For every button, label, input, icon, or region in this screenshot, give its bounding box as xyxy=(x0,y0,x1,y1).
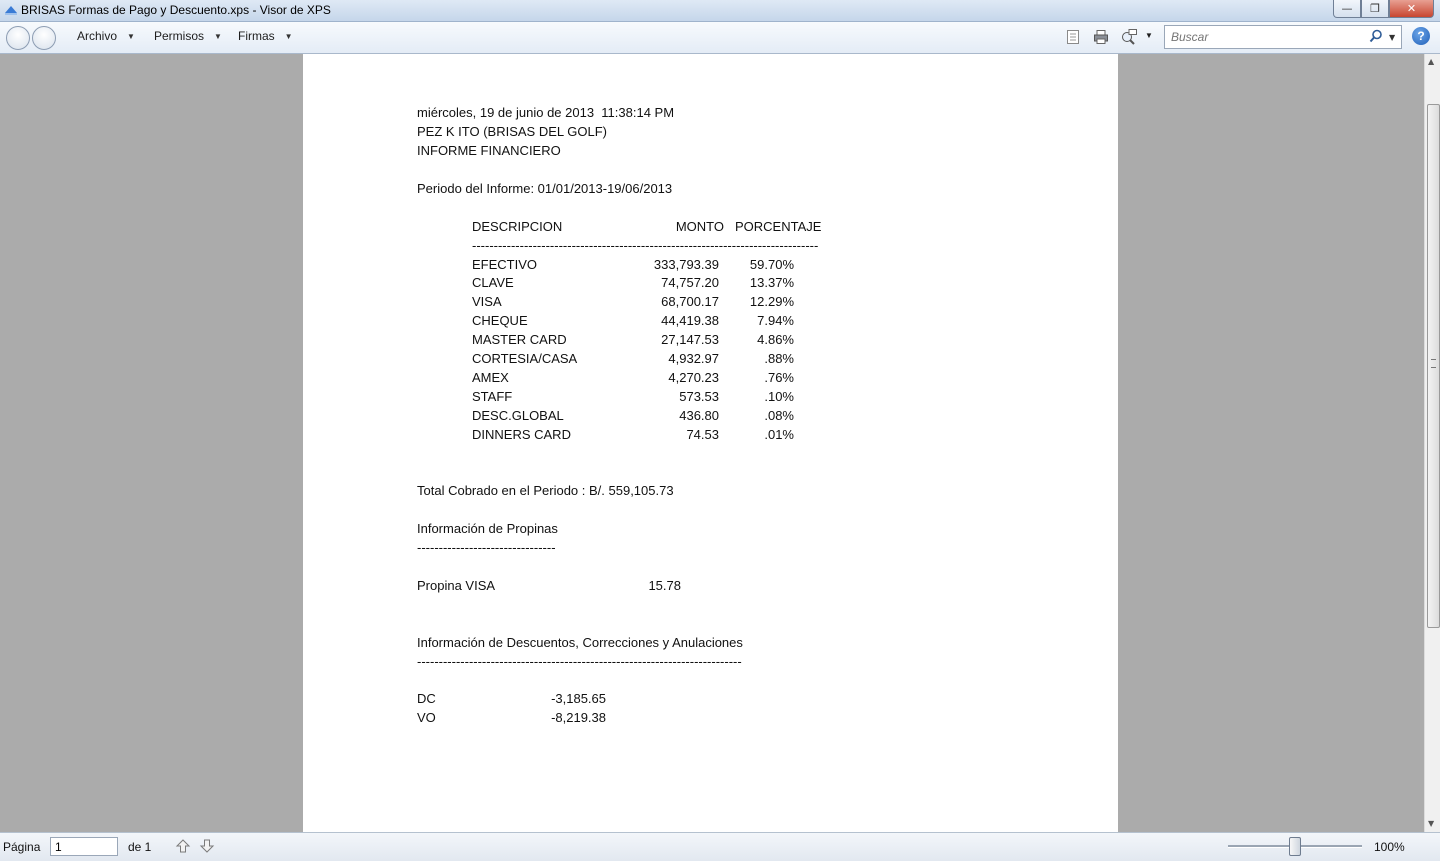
scrollbar-thumb[interactable] xyxy=(1427,104,1440,628)
status-bar: Página de 1 100% xyxy=(0,832,1440,861)
row-percent: .01% xyxy=(764,427,794,442)
report-date: miércoles, 19 de junio de 2013 11:38:14 … xyxy=(417,105,675,120)
row-amount: 4,932.97 xyxy=(668,351,719,366)
tips-separator: -------------------------------- xyxy=(417,540,556,555)
discount-value: -8,219.38 xyxy=(551,710,606,725)
row-amount: 27,147.53 xyxy=(661,332,719,347)
row-description: CLAVE xyxy=(472,275,514,290)
discount-code: DC xyxy=(417,691,436,706)
document-viewport[interactable]: miércoles, 19 de junio de 2013 11:38:14 … xyxy=(0,54,1424,832)
row-description: EFECTIVO xyxy=(472,257,538,272)
discounts-heading: Información de Descuentos, Correcciones … xyxy=(417,635,743,650)
report-company: PEZ K ITO (BRISAS DEL GOLF) xyxy=(417,124,607,139)
row-description: STAFF xyxy=(472,389,513,404)
help-icon: ? xyxy=(1417,29,1425,43)
report-period: Periodo del Informe: 01/01/2013-19/06/20… xyxy=(417,181,673,196)
row-percent: 59.70% xyxy=(749,257,794,272)
chevron-down-icon: ▼ xyxy=(127,32,135,42)
search-input[interactable] xyxy=(1169,28,1363,46)
discount-value: -3,185.65 xyxy=(551,691,606,706)
menu-permisos[interactable]: Permisos ▼ xyxy=(154,29,222,43)
row-description: CHEQUE xyxy=(472,313,528,328)
column-header-amount: MONTO xyxy=(675,219,724,234)
row-percent: 12.29% xyxy=(749,294,794,309)
document-page: miércoles, 19 de junio de 2013 11:38:14 … xyxy=(303,54,1118,832)
row-amount: 74.53 xyxy=(686,427,719,442)
page-number-input[interactable] xyxy=(50,837,118,856)
row-amount: 4,270.23 xyxy=(668,370,719,385)
page-label: Página xyxy=(3,840,41,854)
menu-firmas[interactable]: Firmas ▼ xyxy=(238,29,293,43)
menu-archivo[interactable]: Archivo ▼ xyxy=(77,29,135,43)
window-title: BRISAS Formas de Pago y Descuento.xps - … xyxy=(21,3,331,17)
grip-icon xyxy=(1431,359,1436,368)
discount-code: VO xyxy=(417,710,436,725)
tips-heading: Información de Propinas xyxy=(417,521,558,536)
minimize-icon: — xyxy=(1341,2,1353,15)
column-header-description: DESCRIPCION xyxy=(472,219,563,234)
close-icon: ✕ xyxy=(1406,2,1417,15)
search-box[interactable]: ▼ xyxy=(1164,25,1402,49)
column-header-percent: PORCENTAJE xyxy=(735,219,822,234)
arrow-up-icon[interactable] xyxy=(175,838,191,854)
row-percent: .76% xyxy=(764,370,794,385)
table-separator: ----------------------------------------… xyxy=(472,238,819,253)
minimize-button[interactable]: — xyxy=(1333,0,1361,18)
chevron-down-icon[interactable]: ▼ xyxy=(1389,33,1395,42)
row-percent: .08% xyxy=(764,408,794,423)
chevron-down-icon: ▼ xyxy=(214,32,222,42)
chevron-down-icon[interactable]: ▼ xyxy=(1145,31,1153,40)
title-bar: BRISAS Formas de Pago y Descuento.xps - … xyxy=(0,0,1440,22)
report-title: INFORME FINANCIERO xyxy=(417,143,561,158)
row-description: AMEX xyxy=(472,370,509,385)
row-percent: 7.94% xyxy=(757,313,794,328)
scroll-down-icon[interactable]: ▼ xyxy=(1428,819,1434,828)
tip-value: 15.78 xyxy=(648,578,681,593)
menu-label: Permisos xyxy=(154,29,205,43)
row-description: CORTESIA/CASA xyxy=(472,351,578,366)
maximize-button[interactable]: ❐ xyxy=(1361,0,1389,18)
row-description: DESC.GLOBAL xyxy=(472,408,564,423)
total-collected: Total Cobrado en el Periodo : B/. 559,10… xyxy=(417,483,674,498)
row-amount: 44,419.38 xyxy=(661,313,719,328)
row-amount: 333,793.39 xyxy=(653,257,719,272)
vertical-scrollbar[interactable]: ▲ ▼ xyxy=(1424,54,1440,832)
search-icon[interactable] xyxy=(1369,29,1383,43)
zoom-slider-thumb[interactable] xyxy=(1289,837,1301,856)
row-description: DINNERS CARD xyxy=(472,427,571,442)
row-description: VISA xyxy=(472,294,502,309)
page-count: de 1 xyxy=(128,840,152,854)
menu-label: Archivo xyxy=(77,29,118,43)
close-button[interactable]: ✕ xyxy=(1389,0,1434,18)
row-amount: 68,700.17 xyxy=(661,294,719,309)
row-percent: .10% xyxy=(764,389,794,404)
row-percent: 13.37% xyxy=(749,275,794,290)
forward-button[interactable] xyxy=(32,26,56,50)
arrow-down-icon[interactable] xyxy=(199,838,215,854)
chevron-down-icon: ▼ xyxy=(284,32,293,42)
outline-icon[interactable] xyxy=(1065,29,1081,45)
back-button[interactable] xyxy=(6,26,30,50)
discounts-separator: ----------------------------------------… xyxy=(417,654,742,669)
row-amount: 436.80 xyxy=(679,408,719,423)
print-icon[interactable] xyxy=(1093,29,1109,45)
zoom-page-icon[interactable] xyxy=(1121,29,1137,45)
xps-document-icon xyxy=(5,6,17,15)
row-description: MASTER CARD xyxy=(472,332,567,347)
tip-label: Propina VISA xyxy=(417,578,496,593)
menu-label: Firmas xyxy=(238,29,275,43)
row-percent: 4.86% xyxy=(757,332,794,347)
row-amount: 74,757.20 xyxy=(661,275,719,290)
help-button[interactable]: ? xyxy=(1412,27,1430,45)
zoom-level: 100% xyxy=(1374,840,1405,854)
scroll-up-icon[interactable]: ▲ xyxy=(1428,57,1434,66)
row-percent: .88% xyxy=(764,351,794,366)
restore-icon: ❐ xyxy=(1370,2,1380,15)
row-amount: 573.53 xyxy=(679,389,719,404)
